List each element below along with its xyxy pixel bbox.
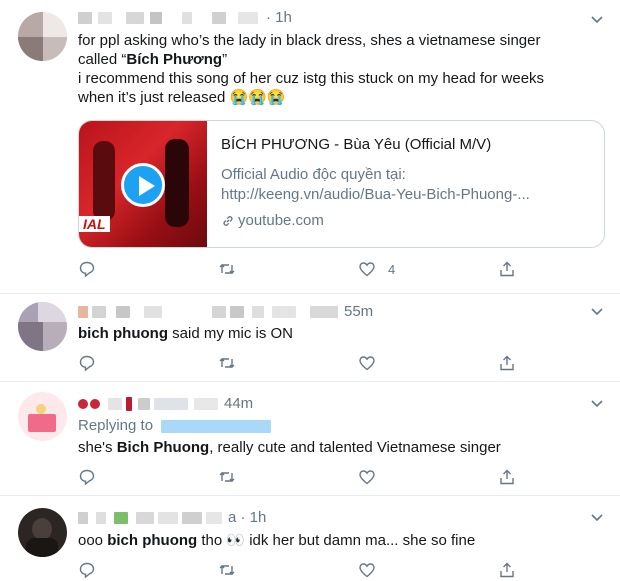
card-title: BÍCH PHƯƠNG - Bùa Yêu (Official M/V) [221, 136, 492, 153]
reply-button[interactable] [78, 354, 96, 372]
tweet-header: 55m [78, 302, 373, 322]
tweet-3[interactable]: 44m Replying to she's Bich Phuong, reall… [0, 382, 620, 496]
tweet-header: 44m [78, 394, 253, 414]
like-button[interactable] [358, 354, 376, 372]
tweet-text: ooo bich phuong tho 👀 idk her but damn m… [78, 532, 476, 549]
retweet-icon [219, 358, 235, 368]
chevron-down-icon[interactable] [590, 396, 604, 410]
retweet-icon [219, 264, 235, 274]
card-description: Official Audio độc quyền tại: http://kee… [221, 166, 530, 203]
tweet-time[interactable]: · 1h [266, 8, 292, 28]
tweet-header: a · 1h [78, 508, 266, 528]
retweet-button[interactable] [218, 561, 236, 579]
chevron-down-icon[interactable] [590, 304, 604, 318]
chevron-down-icon[interactable] [590, 510, 604, 524]
tweet-actions: 4 [78, 259, 518, 279]
tweet-line: when it’s just released 😭😭😭 [78, 89, 286, 106]
tweet-header: · 1h [78, 8, 292, 28]
tweet-actions [78, 467, 518, 487]
heart-icon [359, 262, 375, 277]
tweet-time[interactable]: 55m [344, 302, 373, 322]
heart-icon [359, 470, 375, 485]
share-icon [500, 469, 514, 485]
share-icon [500, 355, 514, 371]
video-thumbnail[interactable]: IAL [79, 121, 207, 247]
play-icon[interactable] [121, 163, 165, 207]
tweet-2[interactable]: 55m bich phuong said my mic is ON [0, 294, 620, 382]
avatar[interactable] [18, 392, 67, 441]
reply-icon [79, 355, 95, 372]
retweet-icon [219, 565, 235, 575]
card-domain: youtube.com [221, 211, 592, 231]
thumbnail-text: IAL [79, 216, 110, 232]
blurred-username [78, 12, 92, 24]
chevron-down-icon[interactable] [590, 12, 604, 26]
tweet-line: for ppl asking who’s the lady in black d… [78, 32, 541, 49]
reply-icon [79, 562, 95, 579]
tweet-actions [78, 560, 518, 580]
retweet-button[interactable] [218, 354, 236, 372]
retweet-button[interactable] [218, 260, 236, 278]
like-button[interactable] [358, 561, 376, 579]
share-button[interactable] [498, 561, 516, 579]
link-icon [223, 216, 233, 226]
heart-icon [359, 356, 375, 371]
reply-target-link[interactable] [161, 419, 272, 433]
mention-bold: Bích Phương [126, 51, 223, 68]
share-button[interactable] [498, 468, 516, 486]
heart-icon [359, 563, 375, 578]
tweet-line: i recommend this song of her cuz istg th… [78, 70, 545, 87]
tweet-line: called “Bích Phương” [78, 51, 228, 68]
like-button[interactable]: 4 [358, 260, 395, 278]
retweet-icon [219, 472, 235, 482]
reply-button[interactable] [78, 561, 96, 579]
tweet-text: for ppl asking who’s the lady in black d… [78, 31, 544, 107]
tweet-1[interactable]: · 1h for ppl asking who’s the lady in bl… [0, 0, 620, 294]
avatar[interactable] [18, 12, 67, 61]
like-button[interactable] [358, 468, 376, 486]
share-icon [500, 562, 514, 578]
retweet-button[interactable] [218, 468, 236, 486]
avatar[interactable] [18, 508, 67, 557]
share-button[interactable] [498, 260, 516, 278]
tweet-time[interactable]: a · 1h [228, 508, 266, 528]
reply-button[interactable] [78, 468, 96, 486]
tweet-time[interactable]: 44m [224, 394, 253, 414]
tweet-text: bich phuong said my mic is ON [78, 325, 293, 342]
like-count: 4 [388, 261, 396, 277]
reply-icon [79, 261, 95, 278]
replying-to: Replying to [78, 416, 272, 435]
tweet-actions [78, 353, 518, 373]
share-button[interactable] [498, 354, 516, 372]
crying-emoji-icon: 😭😭😭 [229, 89, 286, 106]
tweet-4[interactable]: a · 1h ooo bich phuong tho 👀 idk her but… [0, 496, 620, 581]
reply-button[interactable] [78, 260, 96, 278]
link-card[interactable]: IAL BÍCH PHƯƠNG - Bùa Yêu (Official M/V)… [78, 120, 605, 248]
share-icon [500, 261, 514, 277]
tweet-text: she's Bich Phuong, really cute and talen… [78, 439, 501, 456]
reply-icon [79, 469, 95, 486]
avatar[interactable] [18, 302, 67, 351]
